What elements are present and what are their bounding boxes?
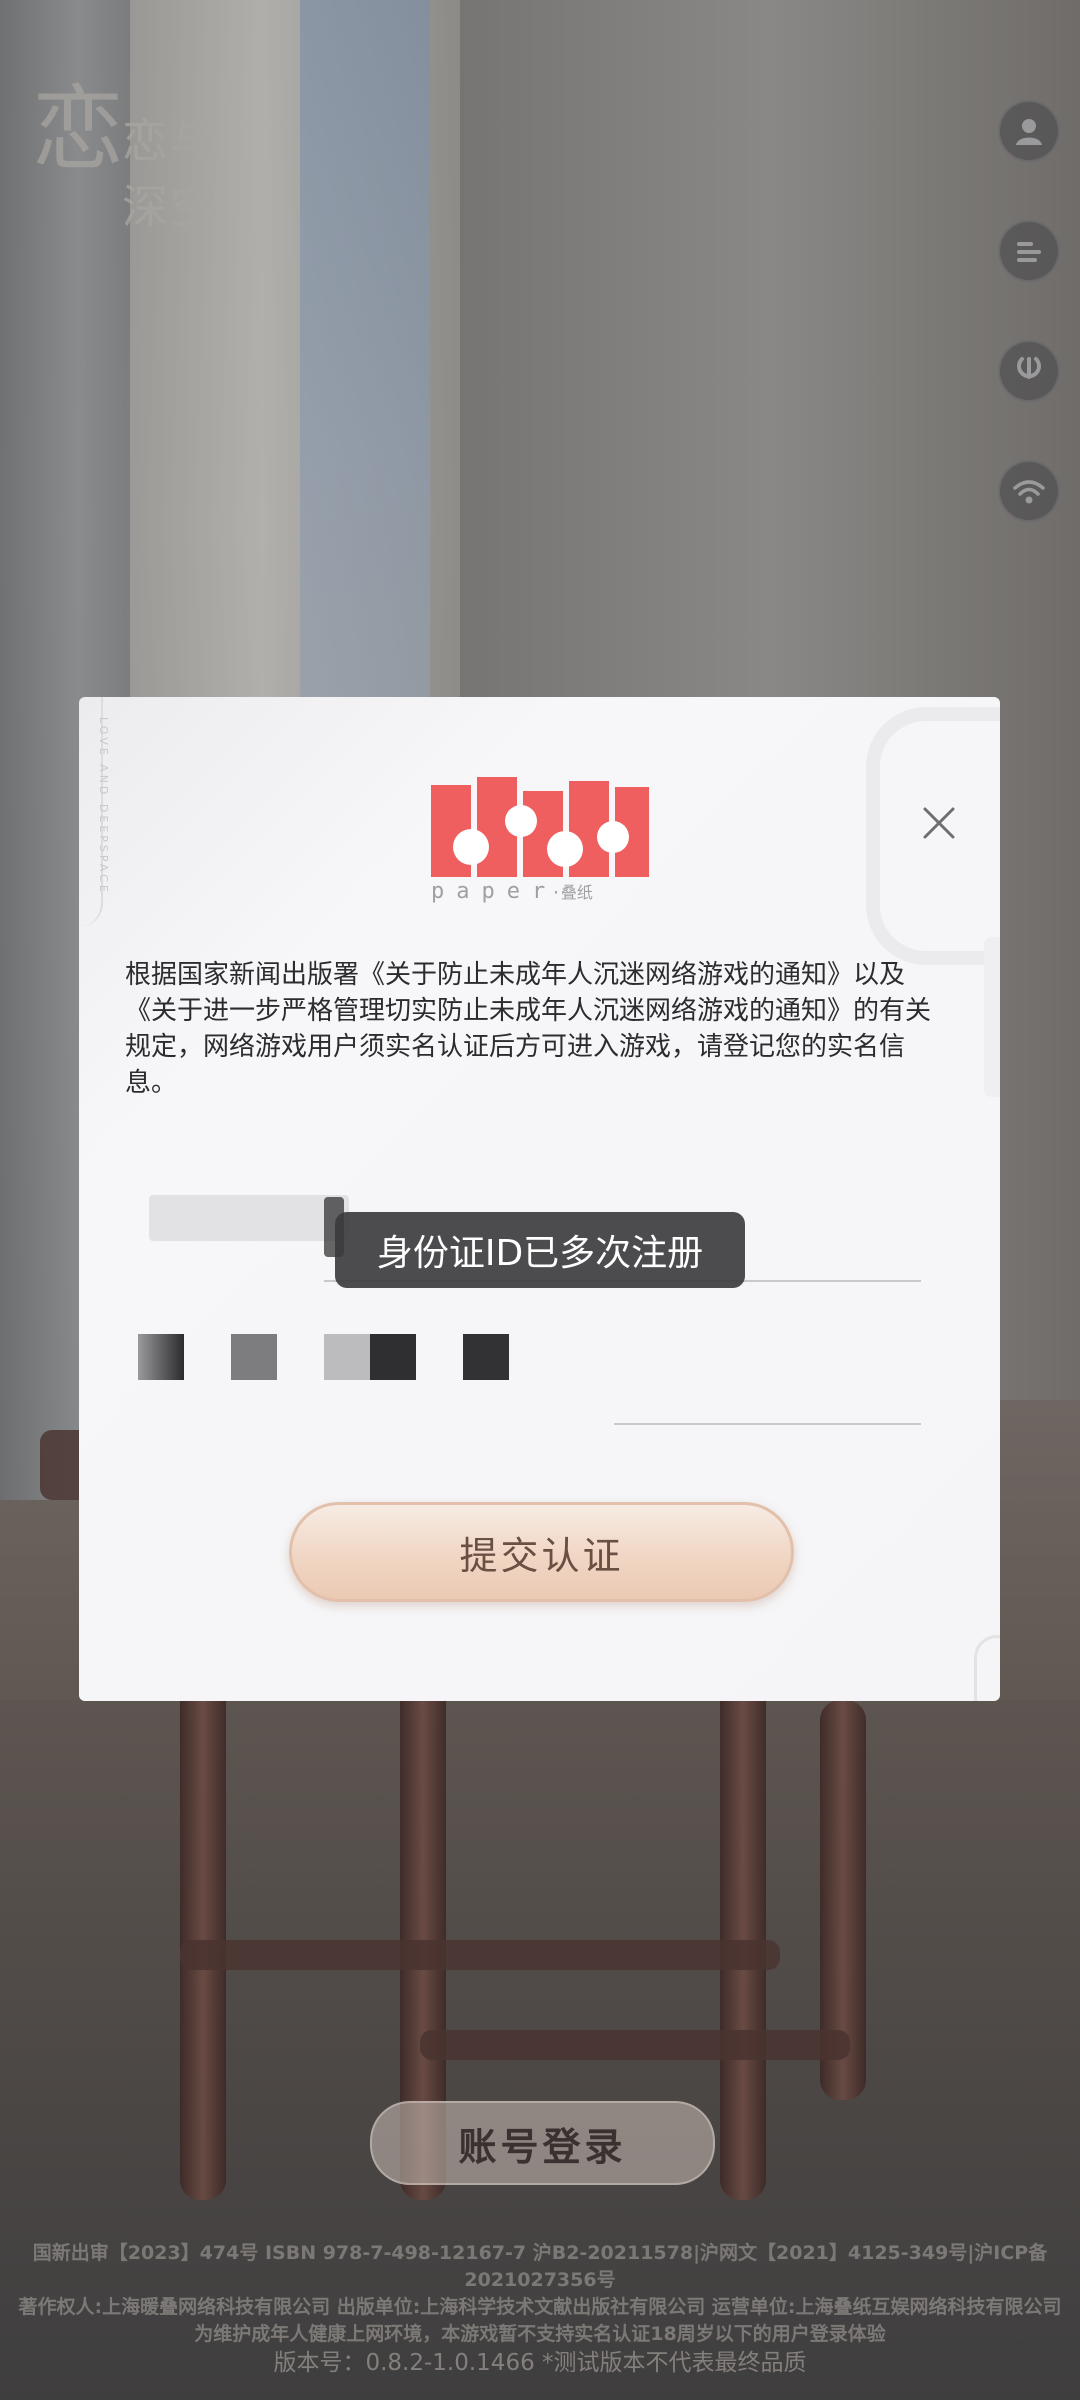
network-icon (1013, 480, 1045, 504)
submit-auth-button[interactable]: 提交认证 (289, 1502, 794, 1602)
notice-button[interactable] (998, 220, 1060, 282)
notice-icon (1017, 242, 1041, 262)
network-button[interactable] (998, 460, 1060, 522)
paper-logo-mark (431, 777, 649, 877)
error-toast: 身份证ID已多次注册 (335, 1212, 745, 1288)
footer: 国新出审【2023】474号 ISBN 978-7-498-12167-7 沪B… (0, 2240, 1080, 2378)
footer-line1: 国新出审【2023】474号 ISBN 978-7-498-12167-7 沪B… (32, 2242, 1048, 2291)
repair-icon (1017, 357, 1041, 379)
game-logo-text: 恋与深空 (122, 114, 218, 234)
version-text: 版本号：0.8.2-1.0.1466 *测试版本不代表最终品质 (273, 2350, 807, 2376)
account-icon (1016, 119, 1042, 145)
close-icon[interactable] (917, 801, 961, 845)
paper-logo: paper·叠纸 (431, 777, 651, 907)
notice-text: 根据国家新闻出版署《关于防止未成年人沉迷网络游戏的通知》以及《关于进一步严格管理… (125, 960, 932, 1098)
game-logo: 恋 恋与深空 (22, 55, 262, 234)
dialog-side-text: LOVE AND DEEPSPACE (97, 717, 110, 895)
real-name-auth-dialog: LOVE AND DEEPSPACE paper·叠纸 根据国家新闻出版署《关于… (79, 697, 1000, 1701)
id-field-underline (614, 1423, 921, 1425)
account-login-button[interactable]: 账号登录 (370, 2101, 715, 2185)
paper-brand-text: paper·叠纸 (431, 879, 593, 904)
footer-line2: 著作权人:上海暖叠网络科技有限公司 出版单位:上海科学技术文献出版社有限公司 运… (18, 2296, 1062, 2318)
repair-button[interactable] (998, 340, 1060, 402)
account-button[interactable] (998, 100, 1060, 162)
id-input-mosaic[interactable] (138, 1334, 184, 1380)
footer-line3: 为维护成年人健康上网环境，本游戏暂不支持实名认证18周岁以下的用户登录体验 (194, 2323, 886, 2345)
name-input[interactable] (149, 1195, 349, 1241)
